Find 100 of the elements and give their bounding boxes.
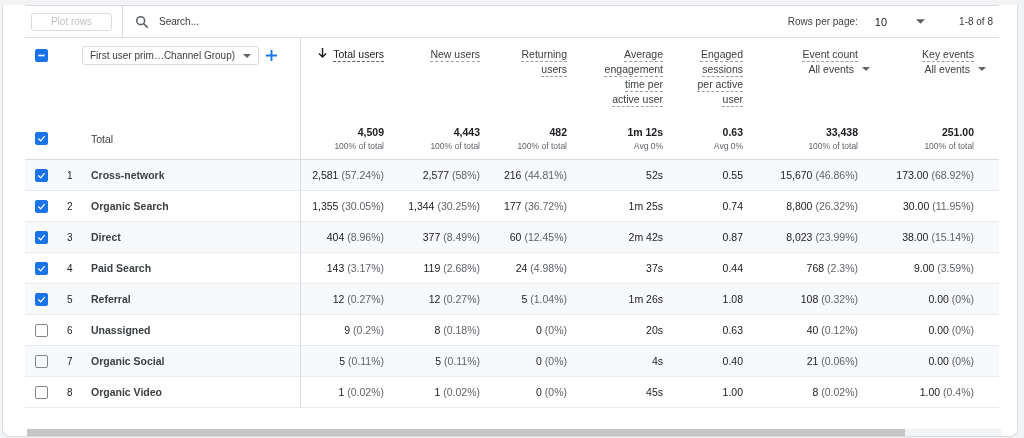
table-cell: 1,355 (30.05%) [312,200,384,212]
column-header[interactable]: New users [430,47,480,62]
table-cell: 45s [646,386,663,398]
caret-icon [862,67,870,71]
table-cell: 9.00 (3.59%) [913,262,974,274]
search-icon [135,14,149,29]
table-cell: 2,577 (58%) [422,169,480,181]
caret-icon [243,53,252,58]
column-header[interactable]: Average engagement time per active user [595,47,663,107]
row-number: 5 [67,293,73,305]
checkbox[interactable] [34,261,48,275]
column-header[interactable]: Key events [922,47,974,62]
table-cell: 5 (0.11%) [339,355,384,367]
total-label: Total [91,132,114,145]
table-cell: 0 (0%) [536,386,567,398]
total-value: 251.00 [941,126,974,138]
table-cell: 40 (0.12%) [806,324,858,336]
column-header[interactable]: Event count [802,47,858,62]
table-cell: 1.00 (0.4%) [919,386,974,398]
table-cell: 1.00 [722,386,743,398]
row-number: 3 [67,231,73,243]
table-cell: 216 (44.81%) [503,169,567,181]
rows-per-page-dropdown[interactable]: 10 [874,15,926,28]
add-icon[interactable] [266,50,278,61]
table-cell: 1,344 (30.25%) [408,200,480,212]
table-cell: 2,581 (57.24%) [312,169,384,181]
channel-name: Direct [91,231,121,243]
checkbox[interactable] [34,323,48,337]
checkbox[interactable] [34,132,48,145]
total-note: 100% of total [517,141,567,151]
channel-name: Unassigned [91,324,151,336]
table-cell: 0.00 (0%) [928,355,974,367]
channel-name: Organic Video [91,386,162,398]
event-filter-dropdown[interactable]: All events [924,63,986,75]
column-header[interactable]: Total users [333,47,384,62]
checkbox[interactable] [34,230,48,244]
table-cell: 24 (4.98%) [515,262,567,274]
table-cell: 15,670 (46.86%) [780,169,858,181]
table-cell: 5 (0.11%) [435,355,480,367]
total-note: Avg 0% [713,141,743,151]
table-cell: 177 (36.72%) [503,200,567,212]
dimension-dropdown[interactable]: First user prim…Channel Group) [82,46,260,65]
total-note: 100% of total [808,141,858,151]
table-cell: 5 (1.04%) [521,293,567,305]
table-cell: 38.00 (15.14%) [902,231,974,243]
table-cell: 21 (0.06%) [806,355,858,367]
table-cell: 8,800 (26.32%) [786,200,858,212]
pagination-range: 1-8 of 8 [959,16,993,27]
table-cell: 119 (2.68%) [423,262,480,274]
table-cell: 8 (0.18%) [434,324,480,336]
column-header[interactable]: Returning users [511,47,567,77]
total-value: 0.63 [722,126,743,138]
total-note: Avg 0% [633,141,663,151]
table-cell: 52s [646,169,663,181]
checkbox[interactable] [34,385,48,399]
table-cell: 8,023 (23.99%) [786,231,858,243]
total-note: 100% of total [334,141,384,151]
horizontal-scrollbar[interactable] [27,429,1001,436]
table-cell: 173.00 (68.92%) [896,169,974,181]
table-cell: 404 (8.96%) [326,231,384,243]
select-all-checkbox[interactable] [34,49,48,62]
table-cell: 30.00 (11.95%) [902,200,974,212]
total-value: 482 [549,126,567,138]
caret-icon [978,67,986,71]
row-number: 1 [67,169,73,181]
table-cell: 12 (0.27%) [332,293,384,305]
table-cell: 20s [646,324,663,336]
table-cell: 108 (0.32%) [800,293,858,305]
column-header[interactable]: Engaged sessions per active user [685,47,743,107]
row-number: 7 [67,355,73,367]
table-cell: 4s [651,355,663,367]
checkbox[interactable] [34,292,48,306]
total-value: 4,509 [357,126,384,138]
checkbox[interactable] [34,354,48,368]
table-cell: 60 (12.45%) [509,231,567,243]
checkbox[interactable] [34,199,48,213]
channel-name: Cross-network [91,169,165,181]
total-value: 1m 12s [627,126,663,138]
row-number: 8 [67,386,73,398]
table-cell: 0.87 [722,231,743,243]
table-cell: 1.08 [722,293,743,305]
table-cell: 1 (0.02%) [338,386,384,398]
caret-icon [916,19,926,24]
total-note: 100% of total [924,141,974,151]
table-cell: 1m 25s [628,200,663,212]
table-cell: 0 (0%) [536,355,567,367]
event-filter-dropdown[interactable]: All events [808,63,870,75]
table-cell: 0 (0%) [536,324,567,336]
table-cell: 0.00 (0%) [928,324,974,336]
total-value: 33,438 [825,126,858,138]
table-cell: 0.44 [722,262,743,274]
channel-name: Paid Search [91,262,152,274]
table-cell: 377 (8.49%) [422,231,480,243]
table-cell: 1 (0.02%) [434,386,480,398]
checkbox[interactable] [34,168,48,182]
table-cell: 0.40 [722,355,743,367]
table-cell: 1m 26s [628,293,663,305]
total-note: 100% of total [430,141,480,151]
row-number: 6 [67,324,73,336]
table-cell: 143 (3.17%) [326,262,384,274]
